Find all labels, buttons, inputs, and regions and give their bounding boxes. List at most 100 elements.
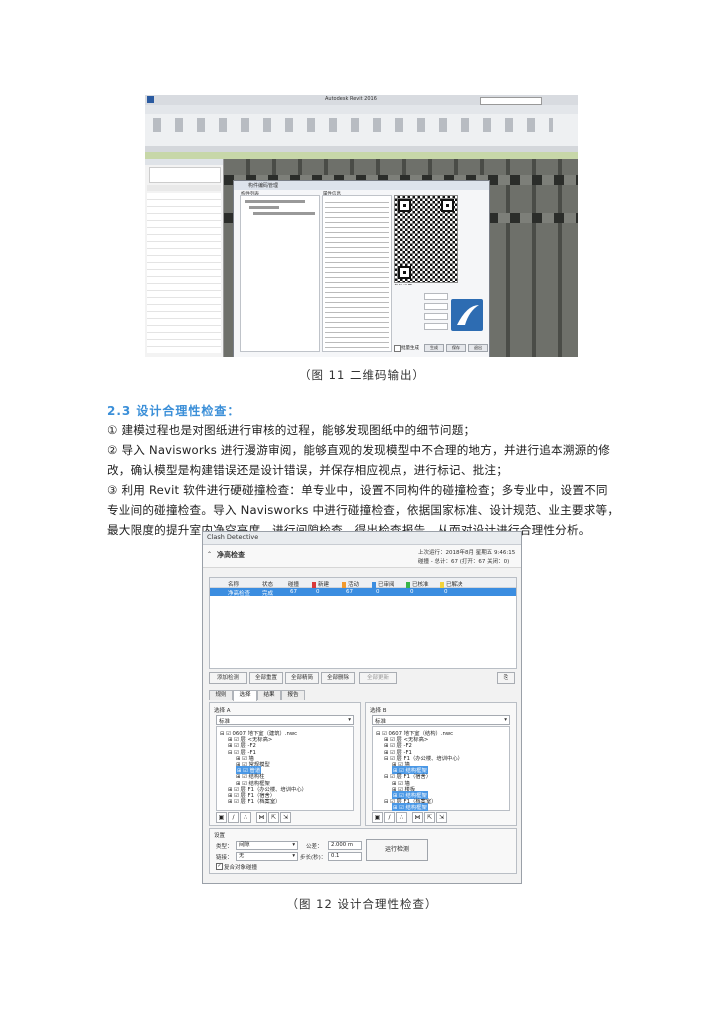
ribbon-toolbar[interactable] — [145, 114, 578, 147]
figure-12-caption: （图 12 设计合理性检查） — [286, 897, 438, 911]
tab-results[interactable]: 结果 — [257, 690, 281, 700]
tab-report[interactable]: 报告 — [281, 690, 305, 700]
composite-label: 复合对象碰撞 — [224, 865, 258, 871]
revit-title: Autodesk Revit 2016 — [325, 96, 377, 102]
row-new: 0 — [316, 589, 320, 595]
chevron-down-icon: ▾ — [348, 717, 351, 723]
clash-tabs: 规则 选择 结果 报告 — [209, 690, 515, 701]
select-surfaces-icon[interactable]: ▣ — [216, 812, 227, 823]
select-points-icon[interactable]: ∴ — [396, 812, 407, 823]
collapse-icon[interactable]: ⌃ — [207, 551, 212, 558]
grid-header-clashes: 碰撞 — [288, 582, 300, 588]
param-field[interactable] — [424, 313, 448, 320]
generate-button[interactable]: 生成 — [424, 344, 444, 352]
type-selector[interactable] — [149, 167, 221, 183]
run-test-button[interactable]: 运行检测 — [366, 839, 428, 861]
tree-item[interactable] — [253, 212, 315, 215]
type-select[interactable]: 间隙 ▾ — [236, 841, 298, 850]
select-points-icon[interactable]: ∴ — [240, 812, 251, 823]
link-value: 无 — [239, 853, 245, 859]
step-input[interactable]: 0.1 — [328, 852, 362, 861]
select-in-scene-icon[interactable]: ⇲ — [436, 812, 447, 823]
figure-11-caption: （图 11 二维码输出） — [299, 368, 425, 382]
last-run: 上次运行：2018年8月 星期五 9:46:15 — [418, 550, 516, 556]
code-manager-dialog: 构件编码管理 构件列表 属性信息 参数设置 批量生成 生成 保存 — [233, 180, 490, 357]
paragraph-line: ① 建模过程也是对图纸进行审核的过程，能够发现图纸中的细节问题； — [107, 423, 476, 437]
link-label: 链接： — [216, 855, 233, 861]
tolerance-label: 公差： — [306, 844, 323, 850]
row-clashes: 67 — [290, 589, 297, 595]
properties-grid[interactable] — [147, 193, 221, 353]
grid-header-reviewed: 已审阅 — [372, 580, 395, 588]
reset-all-button[interactable]: 全部重置 — [249, 672, 283, 684]
export-menu-icon[interactable]: ⎘ — [497, 672, 515, 684]
tree-item[interactable] — [245, 200, 305, 203]
tab-select[interactable]: 选择 — [233, 690, 257, 701]
tree-item[interactable]: ⊞ ☑ 层 F1（档案室） — [228, 797, 280, 805]
row-reviewed: 0 — [376, 589, 380, 595]
use-current-selection-icon[interactable]: ⇱ — [268, 812, 279, 823]
update-all-button[interactable]: 全部更新 — [359, 672, 397, 684]
ribbon-icons[interactable] — [153, 118, 553, 132]
param-field[interactable] — [424, 293, 448, 300]
grid-header-approved: 已核准 — [406, 580, 429, 588]
grid-header-active: 活动 — [342, 580, 359, 588]
tab-rules[interactable]: 规则 — [209, 690, 233, 700]
reviewed-color-icon — [372, 581, 376, 588]
selection-a-panel: 选择 A 标准 ▾ ⊟ ☑ 0607 地下室（建筑）.nwc ⊞ ☑ 层 <无标高… — [209, 702, 361, 826]
selection-b-panel: 选择 B 标准 ▾ ⊟ ☑ 0607 地下室（结构）.nwc ⊞ ☑ 层 <无标高… — [365, 702, 517, 826]
filter-row[interactable] — [147, 185, 221, 191]
selection-a-dropdown[interactable]: 标准 ▾ — [216, 715, 354, 725]
grid-header-resolved: 已解决 — [440, 580, 463, 588]
property-rows — [325, 198, 389, 348]
test-button-row: 添加检测 全部重置 全部精简 全部删除 全部更新 ⎘ — [209, 672, 515, 684]
ribbon-tabs[interactable] — [145, 105, 578, 114]
approved-color-icon — [406, 581, 410, 588]
selection-b-dropdown[interactable]: 标准 ▾ — [372, 715, 510, 725]
clash-detective-window: Clash Detective ⌃ 净高检查 上次运行：2018年8月 星期五 … — [202, 531, 522, 884]
save-button[interactable]: 保存 — [446, 344, 466, 352]
self-intersect-icon[interactable]: ⋈ — [412, 812, 423, 823]
table-row[interactable]: 净高检查 完成 67 0 67 0 0 0 — [210, 588, 516, 597]
tolerance-input[interactable]: 2.000 m — [328, 841, 362, 850]
selection-b-tree[interactable]: ⊟ ☑ 0607 地下室（结构）.nwc ⊞ ☑ 层 <无标高> ⊞ ☑ 层 -F2… — [372, 726, 510, 812]
tree-item[interactable] — [249, 206, 279, 209]
clash-summary: 碰撞 - 总计：67 (打开：67 关闭：0) — [418, 559, 510, 565]
param-field[interactable] — [424, 303, 448, 310]
exit-button[interactable]: 退出 — [468, 344, 488, 352]
property-list[interactable] — [322, 195, 392, 352]
qr-finder-icon — [398, 199, 411, 212]
add-test-button[interactable]: 添加检测 — [209, 672, 247, 684]
tree-item[interactable]: ⊞ ☑ 结构框架 — [392, 803, 428, 812]
delete-all-button[interactable]: 全部删除 — [321, 672, 355, 684]
paragraph-line: 改，确认模型是构建错误还是设计错误，并保存相应视点，进行标记、批注； — [107, 463, 508, 477]
paragraph-line: 专业间的碰撞检查。导入 Navisworks 中进行碰撞检查，依据国家标准、设计… — [107, 503, 620, 517]
select-in-scene-icon[interactable]: ⇲ — [280, 812, 291, 823]
test-grid[interactable]: 名称 状态 碰撞 新建 活动 已审阅 已核准 已解决 净高检查 完成 67 0 … — [209, 577, 517, 669]
component-tree[interactable] — [240, 195, 320, 352]
batch-checkbox[interactable] — [394, 345, 401, 352]
compact-all-button[interactable]: 全部精简 — [285, 672, 319, 684]
batch-checkbox-label: 批量生成 — [401, 346, 419, 351]
search-input[interactable] — [480, 97, 542, 105]
link-select[interactable]: 无 ▾ — [236, 852, 298, 861]
select-lines-icon[interactable]: ∕ — [228, 812, 239, 823]
qr-code-image — [394, 195, 458, 283]
grid-header-status: 状态 — [262, 582, 274, 588]
chevron-down-icon: ▾ — [504, 717, 507, 723]
select-surfaces-icon[interactable]: ▣ — [372, 812, 383, 823]
selection-b-dropdown-value: 标准 — [375, 719, 387, 725]
company-logo-icon — [451, 299, 483, 331]
settings-panel: 设置 类型： 间隙 ▾ 公差： 2.000 m 链接： 无 ▾ 步长(秒)： 0.1… — [209, 828, 517, 874]
use-current-selection-icon[interactable]: ⇱ — [424, 812, 435, 823]
test-header: ⌃ 净高检查 上次运行：2018年8月 星期五 9:46:15 碰撞 - 总计：… — [203, 545, 521, 568]
param-field[interactable] — [424, 323, 448, 330]
new-color-icon — [312, 581, 316, 588]
active-color-icon — [342, 581, 346, 588]
chevron-down-icon: ▾ — [292, 842, 295, 848]
self-intersect-icon[interactable]: ⋈ — [256, 812, 267, 823]
select-lines-icon[interactable]: ∕ — [384, 812, 395, 823]
selection-a-tree[interactable]: ⊟ ☑ 0607 地下室（建筑）.nwc ⊞ ☑ 层 <无标高> ⊞ ☑ 层 -F2… — [216, 726, 354, 811]
composite-checkbox[interactable]: ✓ — [216, 863, 223, 870]
revit-logo-icon — [147, 96, 154, 103]
